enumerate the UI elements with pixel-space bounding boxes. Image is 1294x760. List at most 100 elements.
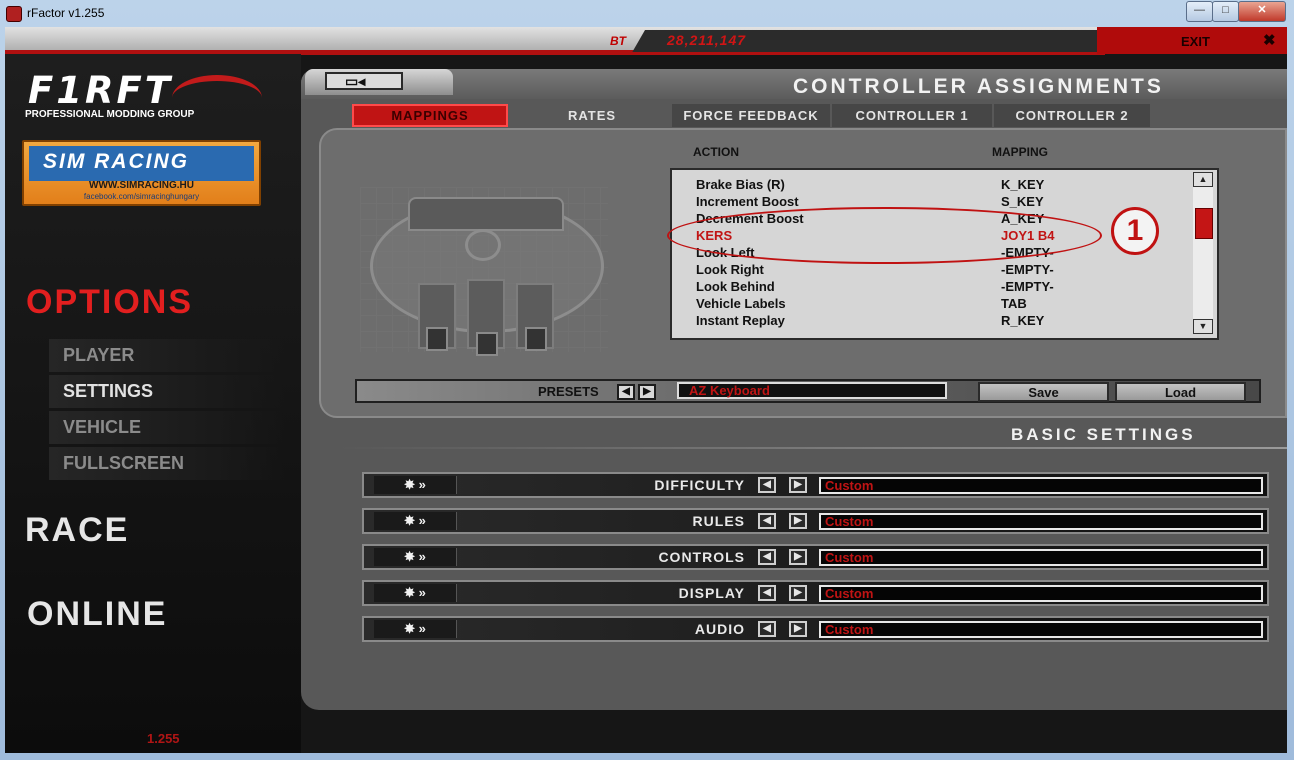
action-name: Instant Replay [696,313,785,328]
back-arrow-icon: ▭◂ [345,73,366,89]
race-menu[interactable]: RACE [25,511,129,550]
expand-icon[interactable]: ✸ » [374,548,457,566]
list-item[interactable]: Vehicle Labels TAB [696,296,1196,313]
setting-label: CONTROLS [658,549,745,565]
sidebar-item-player[interactable]: PLAYER [49,339,285,372]
expand-icon[interactable]: ✸ » [374,476,457,494]
mapping-column-header: MAPPING [992,145,1049,159]
tab-force-feedback[interactable]: FORCE FEEDBACK [672,104,830,127]
pedal-icon [476,332,498,356]
prev-arrow-button[interactable]: ◀ [758,549,776,565]
scrollbar-track[interactable] [1193,172,1213,334]
action-column-header: ACTION [693,145,739,159]
back-button[interactable]: ▭◂ [325,72,403,90]
prev-arrow-button[interactable]: ◀ [758,477,776,493]
setting-row-audio: ✸ » AUDIO ◀ ▶ Custom [362,616,1269,642]
setting-row-rules: ✸ » RULES ◀ ▶ Custom [362,508,1269,534]
sidebar-item-fullscreen[interactable]: FULLSCREEN [49,447,285,480]
next-arrow-button[interactable]: ▶ [789,549,807,565]
action-name: Increment Boost [696,194,799,209]
logo-subtitle: PROFESSIONAL MODDING GROUP [25,109,195,120]
prev-arrow-button[interactable]: ◀ [758,621,776,637]
basic-settings-heading: BASIC SETTINGS [1011,425,1196,444]
callout-number: 1 [1111,207,1159,255]
next-arrow-button[interactable]: ▶ [789,477,807,493]
presets-label: PRESETS [538,384,599,399]
controller-illustration [360,187,608,356]
bt-value: 28,211,147 [667,32,747,48]
mapping-value: -EMPTY- [1001,262,1054,277]
mapping-value: K_KEY [1001,177,1045,192]
exit-button[interactable]: EXIT [1181,34,1210,49]
title-bar: rFactor v1.255 — □ ✕ [0,0,1294,27]
list-item[interactable]: Look Behind -EMPTY- [696,279,1196,296]
version-label: 1.255 [147,731,180,746]
prev-arrow-button[interactable]: ◀ [758,585,776,601]
scrollbar-thumb[interactable] [1195,208,1213,239]
list-item[interactable]: Instant Replay R_KEY [696,313,1196,330]
action-name: Vehicle Labels [696,296,786,311]
setting-label: AUDIO [694,621,745,637]
simracing-badge: SIM RACING WWW.SIMRACING.HU facebook.com… [22,140,261,206]
expand-icon[interactable]: ✸ » [374,512,457,530]
wheel-rim [408,197,564,231]
scroll-down-button[interactable]: ▼ [1193,319,1213,334]
prev-arrow-button[interactable]: ◀ [758,513,776,529]
minimize-button[interactable]: — [1186,1,1213,22]
tab-rates[interactable]: RATES [512,104,672,127]
game-client: BT 28,211,147 EXIT ✖ F1RFT PROFESSIONAL … [5,27,1287,753]
setting-value[interactable]: Custom [819,477,1263,494]
tab-controller-1[interactable]: CONTROLLER 1 [832,104,992,127]
expand-icon[interactable]: ✸ » [374,584,457,602]
maximize-button[interactable]: □ [1212,1,1239,22]
pedal-icon [426,327,448,351]
badge-title: SIM RACING [43,150,189,173]
preset-next-button[interactable]: ▶ [638,384,656,400]
tab-controller-2[interactable]: CONTROLLER 2 [994,104,1150,127]
list-item[interactable]: Brake Bias (R) K_KEY [696,177,1196,194]
load-button[interactable]: Load [1115,382,1246,402]
highlight-ellipse [667,207,1102,264]
badge-banner: SIM RACING [29,146,254,181]
action-name: Look Behind [696,279,775,294]
setting-row-controls: ✸ » CONTROLS ◀ ▶ Custom [362,544,1269,570]
setting-row-display: ✸ » DISPLAY ◀ ▶ Custom [362,580,1269,606]
mapping-value: TAB [1001,296,1027,311]
badge-social: facebook.com/simracinghungary [83,192,200,201]
mapping-value: -EMPTY- [1001,279,1054,294]
next-arrow-button[interactable]: ▶ [789,585,807,601]
setting-label: DISPLAY [678,585,745,601]
bt-label: BT [610,34,626,48]
save-button[interactable]: Save [978,382,1109,402]
preset-prev-button[interactable]: ◀ [617,384,635,400]
pedal-icon [525,327,547,351]
mapping-value: R_KEY [1001,313,1045,328]
list-item[interactable]: Look Right -EMPTY- [696,262,1196,279]
setting-label: RULES [692,513,745,529]
action-name: Look Right [696,262,764,277]
online-menu[interactable]: ONLINE [27,595,167,634]
app-window: rFactor v1.255 — □ ✕ BT 28,211,147 EXIT … [0,0,1294,760]
tab-mappings[interactable]: MAPPINGS [352,104,508,127]
setting-value[interactable]: Custom [819,621,1263,638]
setting-row-difficulty: ✸ » DIFFICULTY ◀ ▶ Custom [362,472,1269,498]
divider [335,447,1287,449]
app-icon [6,6,22,22]
close-x-icon[interactable]: ✖ [1263,31,1276,49]
steering-wheel-icon [465,229,501,261]
sidebar-item-settings[interactable]: SETTINGS [49,375,285,408]
setting-value[interactable]: Custom [819,549,1263,566]
setting-value[interactable]: Custom [819,513,1263,530]
next-arrow-button[interactable]: ▶ [789,513,807,529]
expand-icon[interactable]: ✸ » [374,620,457,638]
setting-label: DIFFICULTY [654,477,745,493]
close-button[interactable]: ✕ [1238,1,1286,22]
sidebar-item-vehicle[interactable]: VEHICLE [49,411,285,444]
options-heading: OPTIONS [26,283,194,321]
window-title: rFactor v1.255 [27,6,105,20]
scroll-up-button[interactable]: ▲ [1193,172,1213,187]
preset-value-field[interactable]: AZ Keyboard [677,382,947,399]
next-arrow-button[interactable]: ▶ [789,621,807,637]
badge-url: WWW.SIMRACING.HU [89,180,194,191]
setting-value[interactable]: Custom [819,585,1263,602]
